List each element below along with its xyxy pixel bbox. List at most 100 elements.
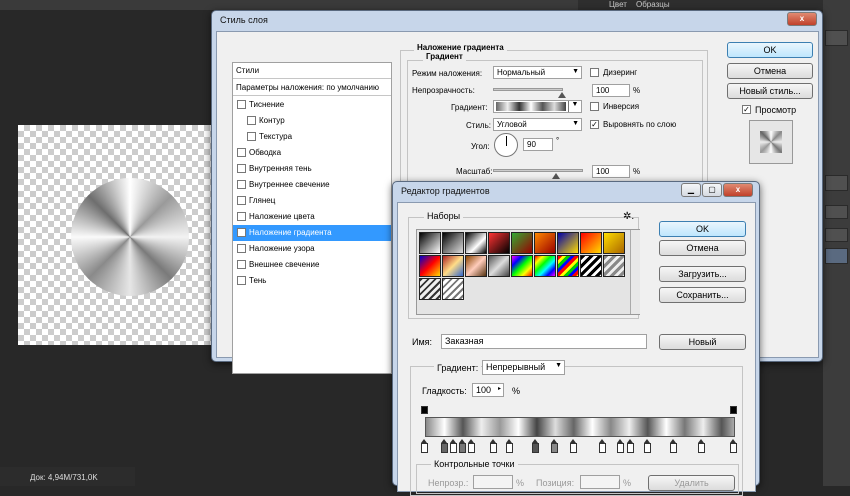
style-item-inner-glow[interactable]: Внутреннее свечение (233, 177, 391, 193)
opacity-thumb[interactable] (558, 92, 566, 98)
checkbox[interactable] (237, 164, 246, 173)
style-item-pattern-overlay[interactable]: Наложение узора (233, 241, 391, 257)
checkbox-checked[interactable]: ✓ (237, 228, 246, 237)
tab-color[interactable]: Цвет (606, 0, 630, 10)
preset-swatch[interactable] (465, 232, 487, 254)
checkbox[interactable] (247, 116, 256, 125)
style-item-color-overlay[interactable]: Наложение цвета (233, 209, 391, 225)
angle-input[interactable]: 90 (523, 138, 553, 151)
color-stop[interactable] (570, 439, 577, 453)
new-button[interactable]: Новый (659, 334, 746, 350)
preset-swatch[interactable] (534, 232, 556, 254)
reverse-checkbox[interactable] (590, 102, 599, 111)
opacity-stop-right[interactable] (730, 406, 737, 414)
save-button[interactable]: Сохранить... (659, 287, 746, 303)
blending-options-item[interactable]: Параметры наложения: по умолчанию (233, 80, 391, 96)
style-item-bevel[interactable]: Тиснение (233, 97, 391, 113)
checkbox[interactable] (237, 100, 246, 109)
gradient-swatch[interactable] (496, 102, 566, 111)
preset-swatch[interactable] (488, 232, 510, 254)
preset-swatch[interactable] (557, 232, 579, 254)
color-stop[interactable] (459, 439, 466, 453)
color-stop[interactable] (532, 439, 539, 453)
dither-checkbox[interactable] (590, 68, 599, 77)
preset-swatch[interactable] (419, 232, 441, 254)
checkbox[interactable] (237, 180, 246, 189)
checkbox[interactable] (247, 132, 256, 141)
opacity-stop-left[interactable] (421, 406, 428, 414)
preset-swatch[interactable] (580, 255, 602, 277)
style-item-contour[interactable]: Контур (233, 113, 391, 129)
color-stop[interactable] (450, 439, 457, 453)
angle-dial[interactable] (494, 133, 518, 157)
color-stop[interactable] (490, 439, 497, 453)
scale-slider[interactable] (493, 169, 583, 179)
new-style-button[interactable]: Новый стиль... (727, 83, 813, 99)
gradient-type-dropdown[interactable]: Непрерывный (482, 360, 565, 375)
preset-swatch[interactable] (557, 255, 579, 277)
ok-button[interactable]: OK (659, 221, 746, 237)
preset-swatch[interactable] (419, 278, 441, 300)
color-stop[interactable] (599, 439, 606, 453)
preset-swatch[interactable] (442, 278, 464, 300)
preset-swatch[interactable] (534, 255, 556, 277)
style-item-inner-shadow[interactable]: Внутренняя тень (233, 161, 391, 177)
checkbox[interactable] (237, 244, 246, 253)
panel-block[interactable] (825, 228, 848, 242)
load-button[interactable]: Загрузить... (659, 266, 746, 282)
color-stop[interactable] (627, 439, 634, 453)
ok-button[interactable]: OK (727, 42, 813, 58)
style-item-outer-glow[interactable]: Внешнее свечение (233, 257, 391, 273)
preview-checkbox[interactable]: ✓ (742, 105, 751, 114)
panel-block[interactable] (825, 175, 848, 191)
delete-button[interactable]: Удалить (648, 475, 735, 491)
preset-scrollbar[interactable] (630, 230, 640, 314)
chevron-right-icon[interactable]: ▸ (498, 385, 501, 392)
preset-swatch[interactable] (511, 232, 533, 254)
close-button[interactable]: x (787, 12, 817, 26)
name-input[interactable]: Заказная (441, 334, 647, 349)
color-stop[interactable] (506, 439, 513, 453)
tab-swatches[interactable]: Образцы (633, 0, 673, 10)
preset-swatch[interactable] (465, 255, 487, 277)
scale-thumb[interactable] (551, 173, 560, 179)
color-stop[interactable] (468, 439, 475, 453)
color-stop[interactable] (441, 439, 448, 453)
color-stop[interactable] (617, 439, 624, 453)
maximize-button[interactable]: ▢ (702, 183, 722, 197)
preset-swatch[interactable] (580, 232, 602, 254)
gradient-picker[interactable]: ▼ (493, 100, 582, 113)
cancel-button[interactable]: Отмена (727, 63, 813, 79)
chevron-down-icon[interactable]: ▼ (568, 101, 581, 112)
color-stop[interactable] (670, 439, 677, 453)
checkbox[interactable] (237, 148, 246, 157)
close-button[interactable]: x (723, 183, 753, 197)
stop-opacity-input[interactable] (473, 475, 513, 489)
style-item-satin[interactable]: Глянец (233, 193, 391, 209)
preset-swatch[interactable] (442, 255, 464, 277)
smoothness-input[interactable]: 100 ▸ (472, 383, 504, 397)
cancel-button[interactable]: Отмена (659, 240, 746, 256)
preset-swatch[interactable] (603, 232, 625, 254)
opacity-slider[interactable] (493, 88, 566, 98)
checkbox[interactable] (237, 276, 246, 285)
style-item-stroke[interactable]: Обводка (233, 145, 391, 161)
panel-block-selected[interactable] (825, 248, 848, 264)
preset-swatch[interactable] (442, 232, 464, 254)
gear-icon[interactable]: ✲. (623, 211, 634, 222)
scale-input[interactable]: 100 (592, 165, 630, 178)
style-item-gradient-overlay[interactable]: ✓ Наложение градиента (233, 225, 391, 241)
preset-swatch[interactable] (488, 255, 510, 277)
color-stop[interactable] (421, 439, 428, 453)
minimize-button[interactable]: ▁ (681, 183, 701, 197)
gradient-bar[interactable] (425, 417, 735, 437)
style-item-texture[interactable]: Текстура (233, 129, 391, 145)
panel-block[interactable] (825, 30, 848, 46)
color-stop[interactable] (551, 439, 558, 453)
checkbox[interactable] (237, 212, 246, 221)
panel-block[interactable] (825, 205, 848, 219)
stop-position-input[interactable] (580, 475, 620, 489)
preset-swatch[interactable] (419, 255, 441, 277)
style-item-drop-shadow[interactable]: Тень (233, 273, 391, 289)
styles-header[interactable]: Стили (233, 63, 391, 79)
